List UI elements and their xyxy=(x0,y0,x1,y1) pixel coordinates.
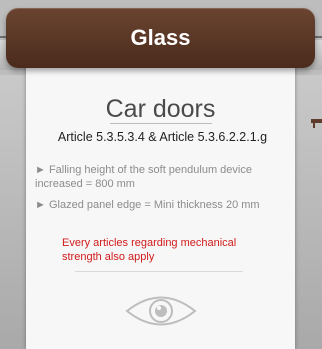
card-heading: Car doors xyxy=(105,95,216,123)
glass-header: Glass xyxy=(6,8,315,68)
bullet-item: ► Falling height of the soft pendulum de… xyxy=(35,163,291,191)
article-reference: Article 5.3.5.3.4 & Article 5.3.6.2.2.1.… xyxy=(57,130,268,144)
bullet-arrow-icon: ► xyxy=(35,164,46,176)
bullet-item: ► Glazed panel edge = Mini thickness 20 … xyxy=(35,198,291,212)
bullet-text: Glazed panel edge = Mini thickness 20 mm xyxy=(48,199,260,211)
note-divider xyxy=(75,271,243,272)
bullet-text: Falling height of the soft pendulum devi… xyxy=(35,164,252,190)
side-marker-tick xyxy=(313,122,315,128)
eye-button[interactable] xyxy=(124,290,198,332)
bullet-arrow-icon: ► xyxy=(35,199,46,211)
eye-icon xyxy=(125,296,197,326)
mechanical-strength-note: Every articles regarding mechanical stre… xyxy=(62,237,237,263)
header-title: Glass xyxy=(130,25,191,50)
heading-underline xyxy=(110,123,212,124)
